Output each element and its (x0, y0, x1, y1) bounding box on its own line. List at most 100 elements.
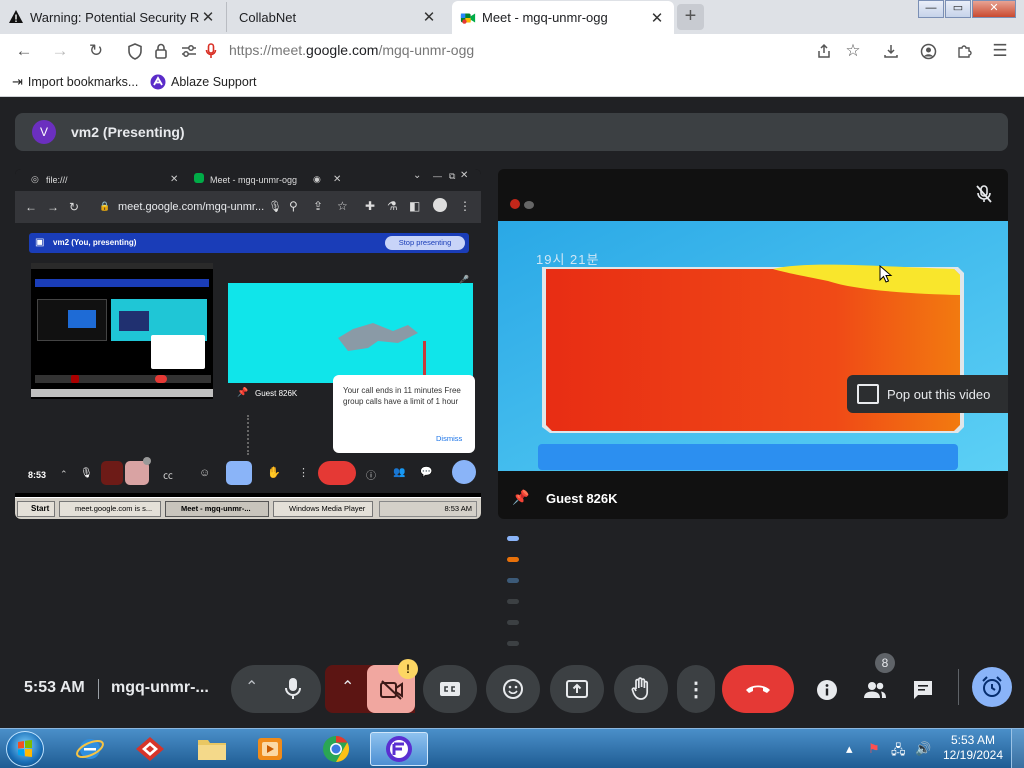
taskbar-file-explorer[interactable] (188, 732, 236, 766)
clock-date: 12/19/2024 (942, 748, 1004, 762)
bookmarks-toolbar: ⇥ Import bookmarks... Ablaze Support (0, 68, 1024, 97)
activities-button[interactable] (972, 667, 1012, 707)
url-path: /mgq-unmr-ogg (378, 42, 475, 58)
shared-globe-icon: ◎ (31, 174, 39, 184)
download-icon[interactable] (879, 39, 903, 63)
close-icon[interactable]: ✕ (420, 8, 438, 26)
microphone-indicator-icon[interactable] (199, 39, 223, 63)
tile-page-dot[interactable] (507, 557, 519, 562)
shared-taskbar-item: Meet - mgq-unmr-... (165, 501, 269, 517)
chrome-icon (323, 735, 350, 763)
taskbar-chrome[interactable] (312, 732, 360, 766)
present-screen-button[interactable] (550, 665, 604, 713)
action-center-flag-icon[interactable]: ⚑ (868, 741, 880, 757)
nested-taskbar (31, 389, 213, 397)
taskbar-active-browser[interactable] (370, 732, 428, 766)
tile-page-dot[interactable] (507, 641, 519, 646)
star-icon: ☆ (337, 199, 348, 213)
close-icon[interactable]: ✕ (648, 9, 666, 27)
url-field[interactable]: https://meet.google.com/mgq-unmr-ogg (229, 42, 474, 58)
more-options-button[interactable]: ⋮ (677, 665, 715, 713)
app-icon (136, 737, 164, 761)
show-hidden-icons-chevron[interactable]: ▴ (846, 741, 853, 757)
tab-security-warning[interactable]: Warning: Potential Security Risk ✕ (0, 2, 225, 32)
system-clock[interactable]: 5:53 AM 12/19/2024 (942, 733, 1004, 763)
permissions-icon[interactable] (177, 39, 201, 63)
extensions-icon: ✚ (365, 199, 376, 213)
reactions-button[interactable] (486, 665, 540, 713)
taskbar-media-player[interactable] (246, 732, 294, 766)
mouse-cursor-icon (879, 264, 893, 283)
menu-icon[interactable]: ☰ (988, 39, 1012, 63)
camera-alert-badge: ! (398, 659, 418, 679)
tile-page-dot[interactable] (507, 599, 519, 604)
close-icon: ✕ (170, 174, 179, 185)
volume-icon[interactable]: 🔊 (915, 741, 931, 757)
meeting-details-button[interactable] (810, 673, 844, 707)
audio-options-chevron-icon[interactable]: ⌃ (245, 677, 258, 697)
shared-tab-strip: ◎ file:/// ✕ Meet - mgq-unmr-ogg ◉ ✕ ⌄ —… (15, 169, 481, 191)
people-icon (864, 682, 886, 698)
share-icon[interactable] (812, 39, 836, 63)
minimize-button[interactable]: — (918, 0, 944, 18)
show-desktop-button[interactable] (1011, 729, 1024, 768)
forward-arrow-icon[interactable]: → (48, 39, 72, 63)
tile-page-dot[interactable] (507, 620, 519, 625)
navigation-toolbar: ← → ↻ https://meet.google.com/mgq-unmr-o… (0, 34, 1024, 68)
people-count-badge: 8 (875, 653, 895, 673)
nested-screen-tile (68, 310, 96, 328)
chat-button[interactable] (906, 673, 940, 707)
tab-collabnet[interactable]: CollabNet ✕ (226, 2, 446, 32)
new-tab-button[interactable]: + (677, 4, 704, 30)
window-close-button[interactable]: ✕ (972, 0, 1016, 18)
present-screen-icon (566, 680, 588, 698)
shared-presenting-banner: ▣ vm2 (You, presenting) Stop presenting (29, 233, 469, 253)
video-options-chevron-icon[interactable]: ⌃ (341, 677, 354, 697)
maximize-button[interactable]: ▭ (945, 0, 971, 18)
maximize-icon: ⧉ (449, 171, 456, 181)
people-icon: 👥 (393, 467, 406, 478)
taskbar-app-red[interactable] (126, 732, 174, 766)
close-icon: ✕ (460, 170, 469, 181)
close-icon[interactable]: ✕ (199, 8, 217, 26)
import-icon: ⇥ (12, 74, 23, 89)
back-arrow-icon[interactable]: ← (12, 39, 36, 63)
bookmark-import[interactable]: ⇥ Import bookmarks... (12, 74, 138, 90)
browser-icon (386, 736, 412, 762)
tile-page-dot[interactable] (507, 578, 519, 583)
microphone-icon[interactable] (285, 677, 301, 701)
shared-activities-button (452, 460, 476, 484)
shared-address-bar: ← → ↻ 🔒 meet.google.com/mgq-unmr... 🎙 ⚲ … (15, 191, 481, 223)
close-icon: ✕ (333, 174, 342, 185)
end-call-button[interactable] (722, 665, 794, 713)
windows-taskbar: ▴ ⚑ 🖧 🔊 5:53 AM 12/19/2024 (0, 728, 1024, 768)
audio-controls-group: ⌃ (231, 665, 321, 713)
shared-taskbar: Start meet.google.com is s... Meet - mgq… (15, 497, 481, 519)
lock-icon[interactable] (149, 39, 173, 63)
bookmark-ablaze-support[interactable]: Ablaze Support (150, 74, 256, 90)
account-icon[interactable] (916, 39, 940, 63)
raise-hand-icon: ✋ (267, 467, 281, 479)
minimize-icon: ⌄ (413, 170, 422, 181)
tile-page-dot[interactable] (507, 536, 519, 541)
extensions-icon[interactable] (952, 39, 976, 63)
pop-out-video-button[interactable]: Pop out this video (847, 375, 1008, 413)
people-button[interactable] (858, 673, 892, 707)
bookmark-star-icon[interactable]: ☆ (841, 39, 865, 63)
chat-icon (914, 681, 932, 699)
raise-hand-icon (631, 677, 649, 700)
shared-screen-tile[interactable]: ◎ file:/// ✕ Meet - mgq-unmr-ogg ◉ ✕ ⌄ —… (15, 169, 481, 519)
raise-hand-button[interactable] (614, 665, 668, 713)
network-icon[interactable]: 🖧 (891, 741, 906, 763)
taskbar-internet-explorer[interactable] (66, 732, 114, 766)
windows-logo-icon (18, 740, 32, 757)
tab-meet[interactable]: Meet - mgq-unmr-ogg ✕ (452, 1, 674, 34)
reload-icon[interactable]: ↻ (84, 39, 108, 63)
start-button[interactable] (6, 731, 44, 767)
captions-button[interactable] (423, 665, 477, 713)
shield-icon[interactable] (123, 39, 147, 63)
shared-taskbar-item: Windows Media Player (273, 501, 373, 517)
guest-video-tile[interactable]: 19시 21분 Pop out this video 📌 Guest 826K (498, 169, 1008, 519)
pin-icon[interactable]: 📌 (512, 489, 529, 506)
share-icon: ⇪ (313, 199, 324, 213)
